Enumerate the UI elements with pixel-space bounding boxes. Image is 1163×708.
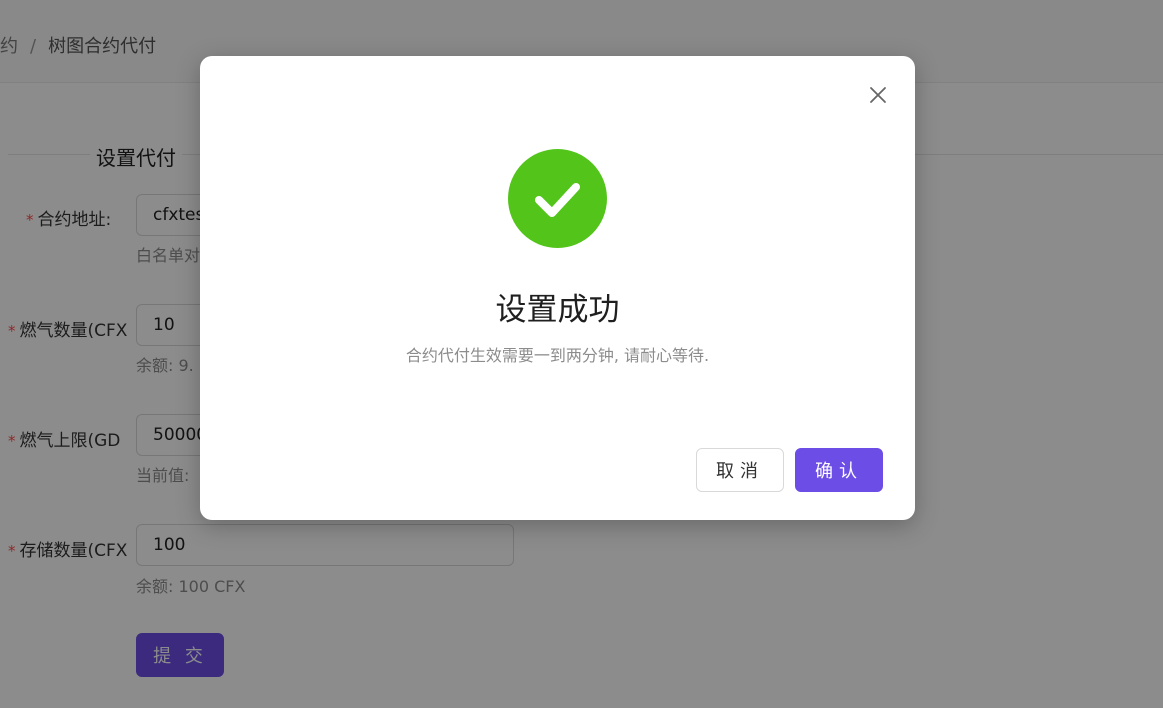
modal-description: 合约代付生效需要一到两分钟, 请耐心等待. xyxy=(405,346,710,365)
close-icon xyxy=(870,87,886,103)
confirm-button[interactable]: 确认 xyxy=(795,448,883,492)
cancel-button[interactable]: 取消 xyxy=(696,448,784,492)
close-button[interactable] xyxy=(863,80,893,110)
modal-title: 设置成功 xyxy=(495,292,620,328)
success-modal: 设置成功 合约代付生效需要一到两分钟, 请耐心等待. 取消 确认 xyxy=(200,56,915,520)
page: 约 / 树图合约代付 设置代付 * 合约地址: cfxtes 白名单对 * 燃气数量(C… xyxy=(0,0,1163,708)
success-check-icon xyxy=(508,149,607,248)
